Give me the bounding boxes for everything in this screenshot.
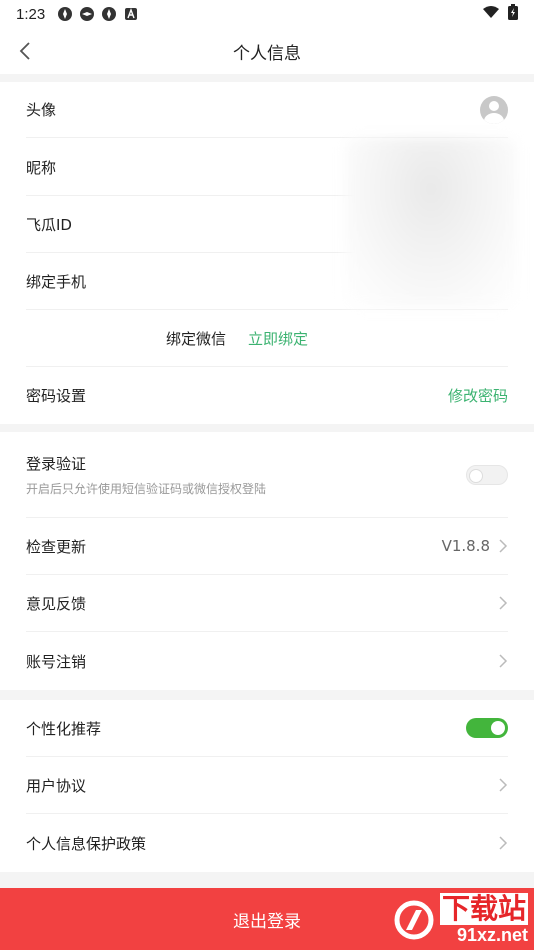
watermark-cn: 下载站: [439, 892, 528, 925]
chevron-right-icon: [499, 836, 508, 850]
status-system-icons: [482, 4, 518, 24]
chevron-right-icon: [499, 596, 508, 610]
page-title: 个人信息: [233, 43, 301, 64]
agreement-label: 用户协议: [26, 776, 87, 795]
password-label: 密码设置: [26, 387, 87, 405]
watermark-logo-icon: [394, 900, 434, 939]
policy-label: 个人信息保护政策: [26, 834, 147, 853]
login-verify-row: 登录验证 开启后只允许使用短信验证码或微信授权登陆: [26, 432, 508, 518]
password-row[interactable]: 密码设置 修改密码: [26, 367, 508, 424]
chevron-right-icon: [499, 778, 508, 792]
blurred-personal-info: [345, 138, 517, 308]
chevron-right-icon: [499, 539, 508, 553]
chevron-left-icon: [19, 42, 30, 60]
status-time: 1:23: [16, 5, 46, 23]
change-password-link[interactable]: 修改密码: [448, 385, 508, 406]
security-section: 登录验证 开启后只允许使用短信验证码或微信授权登陆 检查更新 V1.8.8 意见…: [0, 432, 534, 690]
nickname-label: 昵称: [26, 158, 57, 177]
status-bar: 1:23: [0, 0, 534, 28]
login-verify-toggle[interactable]: [466, 465, 508, 485]
version-text: V1.8.8: [441, 537, 490, 555]
phone-label: 绑定手机: [26, 272, 87, 291]
back-button[interactable]: [12, 38, 38, 64]
recommend-label: 个性化推荐: [26, 719, 102, 738]
recommend-toggle[interactable]: [466, 718, 508, 738]
logout-button[interactable]: 退出登录 下载站 91xz.net: [0, 888, 534, 950]
wechat-bind-link[interactable]: 立即绑定: [248, 328, 308, 349]
check-update-label: 检查更新: [26, 537, 87, 556]
wechat-row: 绑定微信 立即绑定: [26, 310, 508, 367]
id-label: 飞瓜ID: [26, 215, 72, 234]
feedback-label: 意见反馈: [26, 594, 87, 613]
recommend-row: 个性化推荐: [26, 700, 508, 757]
login-verify-label: 登录验证: [26, 454, 87, 473]
wechat-label: 绑定微信: [166, 329, 227, 348]
cancel-account-row[interactable]: 账号注销: [26, 632, 508, 690]
cancel-account-label: 账号注销: [26, 652, 87, 671]
agreement-row[interactable]: 用户协议: [26, 757, 508, 814]
status-notification-icons: [57, 6, 139, 22]
check-update-row[interactable]: 检查更新 V1.8.8: [26, 518, 508, 575]
a-notification-icon: [123, 6, 139, 22]
wifi-icon: [482, 5, 500, 23]
app-notification-icon: [57, 6, 73, 22]
nav-bar: 个人信息: [0, 28, 534, 74]
chevron-right-icon: [499, 654, 508, 668]
policy-row[interactable]: 个人信息保护政策: [26, 814, 508, 872]
site-watermark-logo: 下载站 91xz.net: [394, 893, 528, 946]
app-notification-icon: [101, 6, 117, 22]
privacy-section: 个性化推荐 用户协议 个人信息保护政策: [0, 700, 534, 872]
watermark-en: 91xz.net: [456, 925, 528, 945]
login-verify-description: 开启后只允许使用短信验证码或微信授权登陆: [26, 481, 267, 496]
avatar[interactable]: [480, 95, 508, 124]
feedback-row[interactable]: 意见反馈: [26, 575, 508, 632]
avatar-label: 头像: [26, 101, 57, 119]
logout-label: 退出登录: [233, 911, 301, 932]
avatar-row[interactable]: 头像: [26, 82, 508, 138]
app-notification-icon: [79, 6, 95, 22]
battery-icon: [508, 4, 518, 24]
